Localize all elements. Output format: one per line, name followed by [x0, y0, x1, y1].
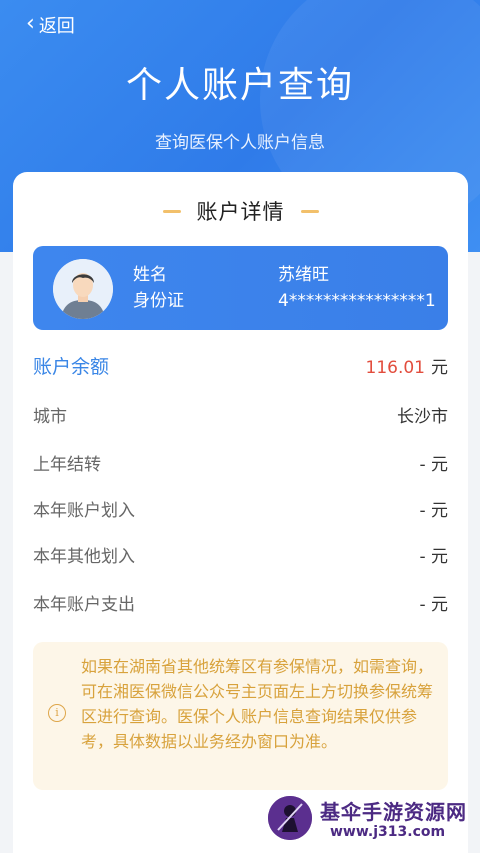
ninja-logo-icon: [268, 796, 312, 840]
user-avatar-icon: [53, 259, 113, 319]
watermark-title: 基伞手游资源网: [320, 800, 467, 824]
decor-dash-left: [162, 209, 181, 213]
row-label: 本年其他划入: [33, 547, 135, 567]
id-value: 4****************1: [278, 291, 436, 311]
watermark-url: www.j313.com: [330, 824, 446, 840]
section-header: 账户详情: [13, 196, 468, 226]
avatar: [53, 259, 113, 319]
info-row-account-credit: 本年账户划入 - 元: [33, 496, 448, 521]
row-label: 上年结转: [33, 455, 101, 475]
watermark: 基伞手游资源网 www.j313.com: [268, 790, 480, 848]
profile-banner: 姓名 身份证 苏绪旺 4****************1: [33, 246, 448, 330]
row-label: 城市: [33, 407, 67, 427]
row-value: 长沙市: [397, 407, 448, 427]
page-title: 个人账户查询: [125, 65, 354, 106]
profile-labels: 姓名 身份证: [133, 262, 184, 314]
notice-text: 如果在湖南省其他统筹区有参保情况，如需查询，可在湘医保微信公众号主页面左上方切换…: [81, 657, 434, 751]
row-value: - 元: [419, 595, 448, 615]
back-label: 返回: [38, 16, 75, 37]
decor-dash-right: [300, 209, 319, 213]
notice-box: i 如果在湖南省其他统筹区有参保情况，如需查询，可在湘医保微信公众号主页面左上方…: [33, 642, 448, 790]
back-button[interactable]: ‹ 返回: [26, 12, 75, 38]
row-value: - 元: [419, 455, 448, 475]
profile-values: 苏绪旺 4****************1: [278, 262, 436, 314]
row-value: - 元: [419, 501, 448, 521]
info-icon: i: [48, 704, 66, 722]
info-row-city: 城市 长沙市: [33, 402, 448, 427]
info-row-expense: 本年账户支出 - 元: [33, 590, 448, 615]
page-subtitle: 查询医保个人账户信息: [155, 133, 325, 153]
row-label: 本年账户划入: [33, 501, 135, 521]
info-row-other-credit: 本年其他划入 - 元: [33, 542, 448, 567]
name-value: 苏绪旺: [278, 265, 329, 285]
account-card: 账户详情 姓名 身份证 苏绪旺 4****************1 账户余额 …: [13, 172, 468, 853]
balance-unit: 元: [431, 358, 448, 378]
balance-value: 116.01 元: [366, 353, 448, 378]
id-label: 身份证: [133, 291, 184, 311]
section-title: 账户详情: [196, 200, 285, 224]
row-label: 本年账户支出: [33, 595, 135, 615]
balance-amount: 116.01: [365, 358, 425, 378]
balance-row: 账户余额 116.01 元: [33, 352, 448, 379]
balance-label: 账户余额: [33, 356, 110, 378]
watermark-logo: [268, 796, 312, 840]
chevron-left-icon: ‹: [26, 11, 35, 36]
info-row-carryover: 上年结转 - 元: [33, 450, 448, 475]
row-value: - 元: [419, 547, 448, 567]
name-label: 姓名: [133, 265, 167, 285]
